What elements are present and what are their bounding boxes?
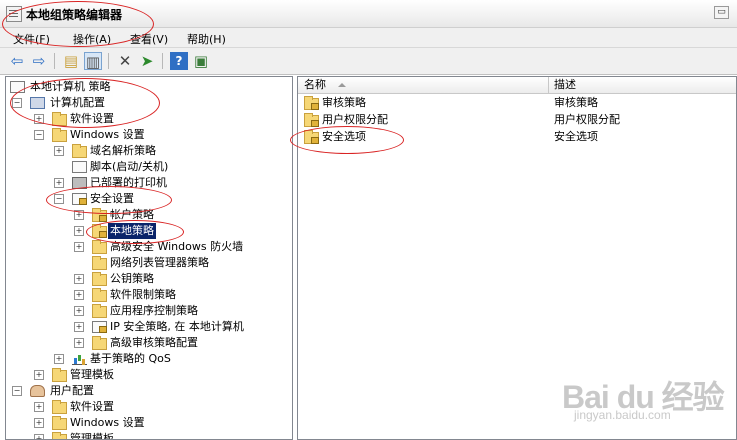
sort-ascending-icon xyxy=(338,83,346,87)
expand-toggle[interactable]: + xyxy=(34,418,44,428)
properties-icon[interactable]: ▣ xyxy=(192,52,210,70)
menu-action[interactable]: 操作(A) xyxy=(73,31,111,47)
folder-icon xyxy=(92,256,107,270)
policy-editor-app-icon xyxy=(6,6,22,22)
list-row[interactable]: 审核策略 审核策略 xyxy=(302,95,732,111)
folder-icon xyxy=(92,336,107,350)
folder-icon xyxy=(52,368,67,382)
folder-icon xyxy=(52,112,67,126)
folder-icon xyxy=(52,400,67,414)
folder-icon xyxy=(92,272,107,286)
column-header-name[interactable]: 名称 xyxy=(304,78,326,92)
expand-toggle[interactable]: + xyxy=(54,178,64,188)
folder-icon xyxy=(92,240,107,254)
list-header: 名称 描述 xyxy=(298,77,736,94)
script-icon xyxy=(72,161,87,173)
expand-toggle[interactable]: + xyxy=(74,242,84,252)
expand-toggle[interactable]: + xyxy=(74,338,84,348)
collapse-toggle[interactable]: − xyxy=(54,194,64,204)
computer-icon xyxy=(30,97,45,109)
expand-toggle[interactable]: + xyxy=(74,274,84,284)
folder-icon xyxy=(52,128,67,142)
secure-folder-icon xyxy=(304,96,319,110)
back-arrow-icon[interactable]: ⇦ xyxy=(8,52,26,70)
menu-file[interactable]: 文件(F) xyxy=(13,31,50,47)
users-icon xyxy=(30,385,45,397)
forward-arrow-icon[interactable]: ⇨ xyxy=(30,52,48,70)
collapse-toggle[interactable]: − xyxy=(12,98,22,108)
expand-toggle[interactable]: + xyxy=(34,114,44,124)
secure-folder-icon xyxy=(304,130,319,144)
show-hide-tree-icon[interactable]: ▥ xyxy=(84,52,102,71)
expand-toggle[interactable]: + xyxy=(74,322,84,332)
expand-toggle[interactable]: + xyxy=(74,306,84,316)
toolbar-separator xyxy=(54,53,55,69)
policy-document-icon xyxy=(10,81,25,93)
list-row[interactable]: 安全选项 安全选项 xyxy=(302,129,732,145)
list-row[interactable]: 用户权限分配 用户权限分配 xyxy=(302,112,732,128)
expand-toggle[interactable]: + xyxy=(34,402,44,412)
secure-folder-icon xyxy=(304,113,319,127)
column-divider[interactable] xyxy=(548,77,549,93)
menu-bar: 文件(F) 操作(A) 查看(V) 帮助(H) xyxy=(0,28,737,47)
expand-toggle[interactable]: + xyxy=(34,434,44,439)
printer-icon xyxy=(72,177,87,189)
collapse-toggle[interactable]: − xyxy=(34,130,44,140)
collapse-toggle[interactable]: − xyxy=(12,386,22,396)
export-list-icon[interactable]: ➤ xyxy=(138,52,156,70)
ipsec-shield-icon xyxy=(92,321,107,333)
menu-help[interactable]: 帮助(H) xyxy=(187,31,226,47)
folder-icon xyxy=(52,416,67,430)
title-bar: 本地组策略编辑器 ▭ xyxy=(0,0,737,28)
watermark-url: jingyan.baidu.com xyxy=(574,408,671,422)
expand-toggle[interactable]: + xyxy=(74,226,84,236)
menu-view[interactable]: 查看(V) xyxy=(130,31,168,47)
minimize-button[interactable]: ▭ xyxy=(714,6,729,19)
secure-folder-icon xyxy=(92,224,107,238)
expand-toggle[interactable]: + xyxy=(34,370,44,380)
secure-folder-icon xyxy=(92,208,107,222)
folder-icon xyxy=(92,304,107,318)
folder-icon xyxy=(52,432,67,439)
delete-icon[interactable]: ✕ xyxy=(116,52,134,70)
up-folder-icon[interactable]: ▤ xyxy=(62,52,80,70)
folder-icon xyxy=(72,144,87,158)
toolbar-separator xyxy=(108,53,109,69)
column-header-description[interactable]: 描述 xyxy=(554,78,576,92)
expand-toggle[interactable]: + xyxy=(54,354,64,364)
expand-toggle[interactable]: + xyxy=(74,290,84,300)
security-lock-icon xyxy=(72,193,87,205)
expand-toggle[interactable]: + xyxy=(74,210,84,220)
console-tree[interactable]: 本地计算机 策略 − 计算机配置 + 软件设置 − Windows 设置 + 域… xyxy=(5,76,293,440)
toolbar: ⇦ ⇨ ▤ ▥ ✕ ➤ ? ▣ xyxy=(0,47,737,75)
toolbar-separator xyxy=(162,53,163,69)
folder-icon xyxy=(92,288,107,302)
expand-toggle[interactable]: + xyxy=(54,146,64,156)
chart-icon xyxy=(72,353,87,365)
window-title: 本地组策略编辑器 xyxy=(26,8,123,22)
help-icon[interactable]: ? xyxy=(170,52,188,70)
